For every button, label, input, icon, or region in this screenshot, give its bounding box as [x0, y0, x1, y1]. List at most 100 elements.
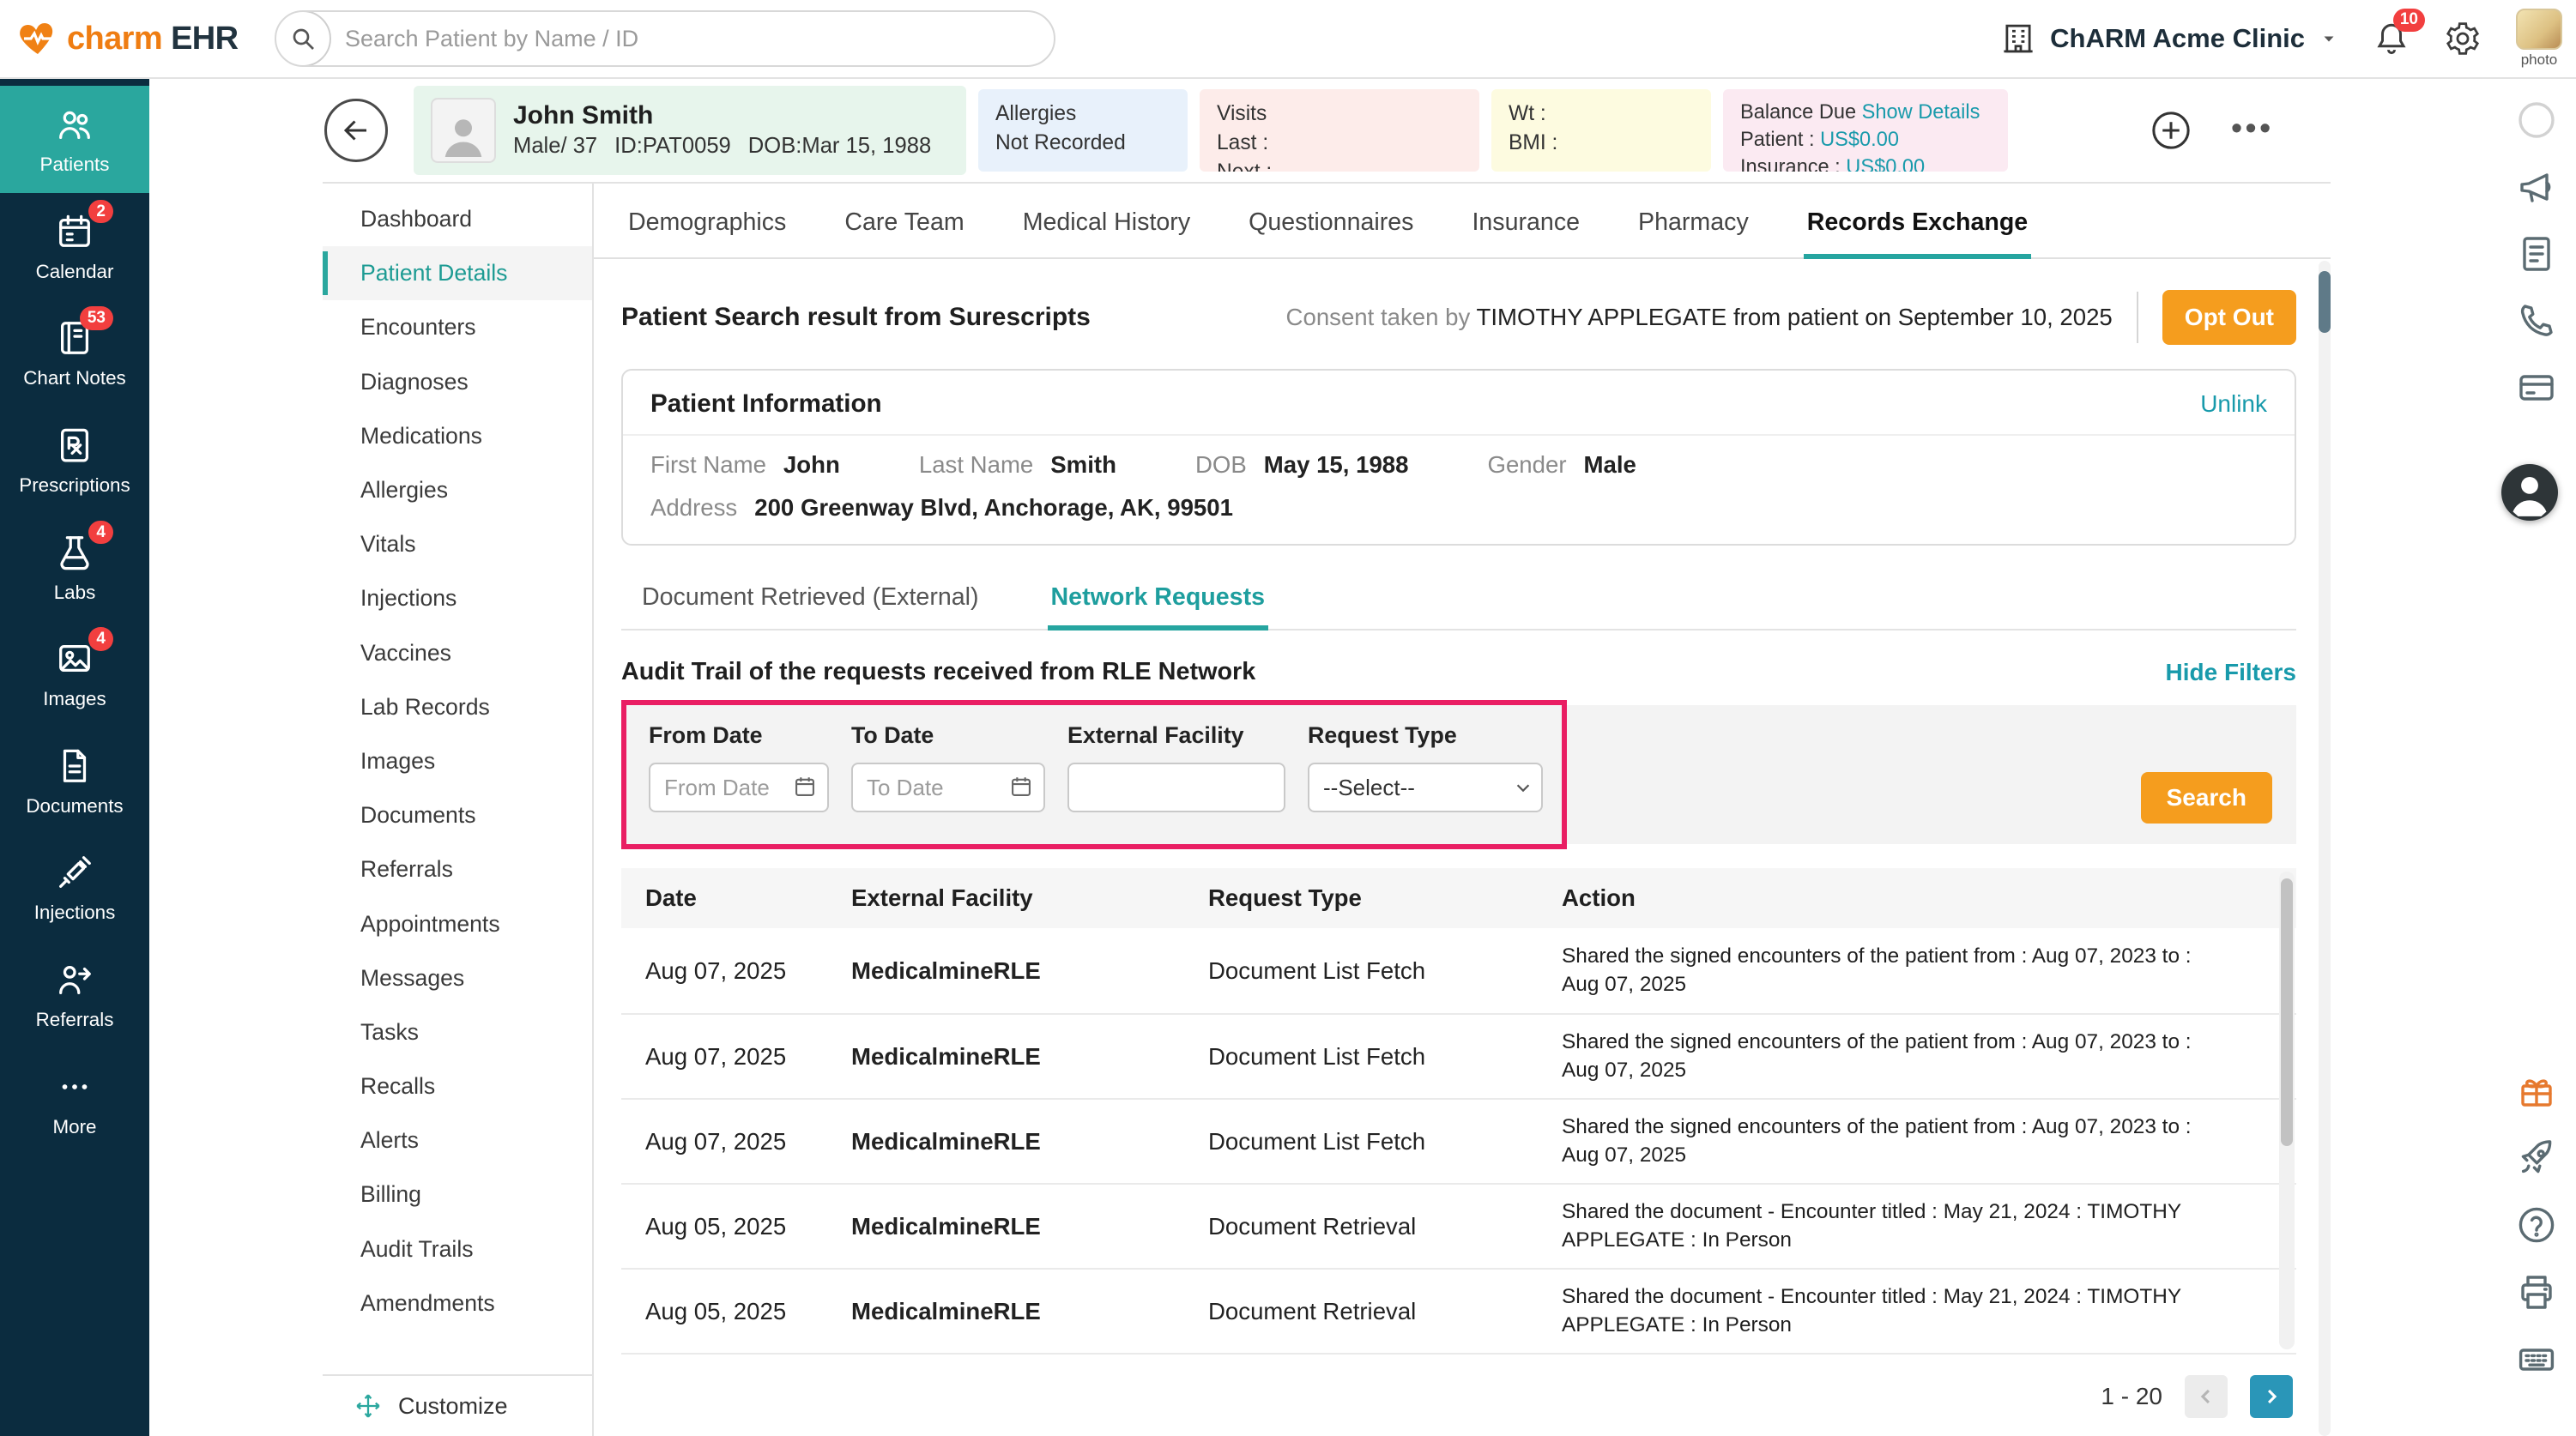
- last-name-label: Last Name: [919, 451, 1033, 479]
- prev-page-button[interactable]: [2185, 1375, 2228, 1418]
- request-type-select[interactable]: --Select--: [1308, 763, 1543, 812]
- sidebar-item-documents[interactable]: Documents: [0, 727, 149, 835]
- table-scrollbar[interactable]: [2279, 872, 2295, 1349]
- visits-card[interactable]: Visits Last : Next :: [1200, 89, 1479, 172]
- tab-demographics[interactable]: Demographics: [625, 208, 789, 257]
- form-icon[interactable]: [2516, 233, 2557, 275]
- patient-nav-item-images[interactable]: Images: [323, 734, 592, 788]
- sidebar-item-referrals[interactable]: Referrals: [0, 941, 149, 1048]
- visits-next: Next :: [1217, 158, 1462, 172]
- patient-nav-item-referrals[interactable]: Referrals: [323, 842, 592, 896]
- sidebar-item-injections[interactable]: Injections: [0, 834, 149, 941]
- sidebar-item-chart-notes[interactable]: 53Chart Notes: [0, 299, 149, 407]
- external-facility-input[interactable]: [1067, 763, 1285, 812]
- add-button[interactable]: [2149, 108, 2193, 153]
- search-input[interactable]: [331, 26, 1054, 52]
- table-row: Aug 05, 2025MedicalmineRLEDocument Retri…: [621, 1268, 2296, 1353]
- from-date-input[interactable]: [649, 763, 829, 812]
- help-icon[interactable]: [2516, 1204, 2557, 1246]
- hide-filters-link[interactable]: Hide Filters: [2166, 659, 2296, 686]
- notifications-button[interactable]: 10: [2373, 21, 2410, 57]
- patient-nav-item-tasks[interactable]: Tasks: [323, 1005, 592, 1059]
- address-value: 200 Greenway Blvd, Anchorage, AK, 99501: [754, 494, 1233, 522]
- scrollbar-thumb[interactable]: [2281, 878, 2293, 1146]
- records-exchange-main: Demographics Care Team Medical History Ques…: [594, 182, 2331, 1436]
- phone-icon[interactable]: [2516, 300, 2557, 341]
- patient-nav-item-lab-records[interactable]: Lab Records: [323, 680, 592, 734]
- audit-trail-title: Audit Trail of the requests received fro…: [621, 658, 1255, 686]
- surescripts-title: Patient Search result from Surescripts: [621, 303, 1091, 332]
- to-date-input[interactable]: [851, 763, 1045, 812]
- unlink-link[interactable]: Unlink: [2200, 390, 2267, 418]
- patient-nav-item-appointments[interactable]: Appointments: [323, 896, 592, 950]
- patient-nav-item-allergies[interactable]: Allergies: [323, 463, 592, 517]
- patient-nav-item-vitals[interactable]: Vitals: [323, 517, 592, 571]
- patient-search-bar[interactable]: [275, 10, 1055, 67]
- vitals-card[interactable]: Wt : BMI :: [1491, 89, 1711, 172]
- patient-nav-item-diagnoses[interactable]: Diagnoses: [323, 355, 592, 409]
- opt-out-button[interactable]: Opt Out: [2162, 290, 2296, 345]
- gift-icon[interactable]: [2516, 1071, 2557, 1112]
- patient-nav-item-encounters[interactable]: Encounters: [323, 300, 592, 354]
- rocket-icon[interactable]: [2516, 1137, 2557, 1179]
- balance-insurance-value: US$0.00: [1846, 156, 1925, 172]
- back-button[interactable]: [324, 99, 388, 162]
- patient-nav-item-vaccines[interactable]: Vaccines: [323, 626, 592, 680]
- col-date: Date: [645, 884, 838, 912]
- labs-icon: 4: [55, 533, 94, 572]
- patient-summary-card[interactable]: John Smith Male/ 37 ID:PAT0059 DOB:Mar 1…: [414, 86, 966, 175]
- sidebar-item-label: Images: [43, 689, 106, 710]
- account-circle-icon[interactable]: [2516, 100, 2557, 141]
- patient-nav-item-documents[interactable]: Documents: [323, 788, 592, 842]
- patient-nav-item-medications[interactable]: Medications: [323, 409, 592, 463]
- card-icon[interactable]: [2516, 367, 2557, 408]
- sidebar-item-more[interactable]: More: [0, 1048, 149, 1155]
- patient-nav-item-alerts[interactable]: Alerts: [323, 1113, 592, 1168]
- patient-nav-item-billing[interactable]: Billing: [323, 1168, 592, 1222]
- cell-date: Aug 05, 2025: [645, 1213, 838, 1240]
- sidebar-item-labs[interactable]: 4Labs: [0, 514, 149, 621]
- patient-nav-item-audit-trails[interactable]: Audit Trails: [323, 1222, 592, 1276]
- main-scrollbar[interactable]: [2319, 261, 2331, 1436]
- patient-info-row-2: Address 200 Greenway Blvd, Anchorage, AK…: [650, 494, 2267, 522]
- cell-action: Shared the signed encounters of the pati…: [1562, 1103, 2221, 1180]
- show-details-link[interactable]: Show Details: [1862, 101, 1980, 124]
- settings-gear-button[interactable]: [2444, 20, 2482, 57]
- tab-medical-history[interactable]: Medical History: [1019, 208, 1194, 257]
- fax-icon[interactable]: [2516, 1271, 2557, 1312]
- more-options-button[interactable]: •••: [2231, 118, 2274, 144]
- to-date-field: To Date: [851, 722, 1045, 812]
- tab-records-exchange[interactable]: Records Exchange: [1804, 208, 2031, 257]
- clinic-switcher[interactable]: ChARM Acme Clinic: [2000, 21, 2339, 57]
- tab-insurance[interactable]: Insurance: [1468, 208, 1583, 257]
- sidebar-item-calendar[interactable]: 2Calendar: [0, 193, 149, 300]
- allergies-card[interactable]: Allergies Not Recorded: [978, 89, 1188, 172]
- cell-external-facility: MedicalmineRLE: [851, 1213, 1194, 1240]
- search-button[interactable]: Search: [2141, 772, 2272, 824]
- announcement-icon[interactable]: [2516, 166, 2557, 208]
- scrollbar-thumb[interactable]: [2319, 271, 2331, 333]
- customize-button[interactable]: Customize: [323, 1374, 592, 1436]
- sidebar-item-prescriptions[interactable]: Prescriptions: [0, 407, 149, 514]
- balance-card[interactable]: Balance Due Show Details Patient : US$0.…: [1723, 89, 2008, 172]
- sidebar-item-patients[interactable]: Patients: [0, 86, 149, 193]
- sidebar-item-images[interactable]: 4Images: [0, 620, 149, 727]
- patient-nav-item-messages[interactable]: Messages: [323, 951, 592, 1005]
- tab-care-team[interactable]: Care Team: [841, 208, 967, 257]
- patient-nav-item-injections[interactable]: Injections: [323, 571, 592, 625]
- tab-document-retrieved-external[interactable]: Document Retrieved (External): [638, 573, 983, 629]
- charmehr-logo[interactable]: charmEHR: [17, 18, 254, 59]
- record-tabs: Demographics Care Team Medical History Ques…: [594, 184, 2331, 259]
- patient-nav-item-recalls[interactable]: Recalls: [323, 1059, 592, 1113]
- tab-questionnaires[interactable]: Questionnaires: [1245, 208, 1417, 257]
- patient-nav-item-patient-details[interactable]: Patient Details: [323, 246, 592, 300]
- user-profile-avatar[interactable]: photo: [2516, 9, 2562, 69]
- patient-nav-item-dashboard[interactable]: Dashboard: [323, 192, 592, 246]
- tab-pharmacy[interactable]: Pharmacy: [1635, 208, 1752, 257]
- tab-network-requests[interactable]: Network Requests: [1048, 573, 1268, 629]
- keyboard-icon[interactable]: [2516, 1338, 2557, 1379]
- patient-nav-item-amendments[interactable]: Amendments: [323, 1276, 592, 1330]
- search-icon[interactable]: [275, 10, 331, 67]
- patient-photo-icon[interactable]: [2499, 462, 2561, 523]
- next-page-button[interactable]: [2250, 1375, 2293, 1418]
